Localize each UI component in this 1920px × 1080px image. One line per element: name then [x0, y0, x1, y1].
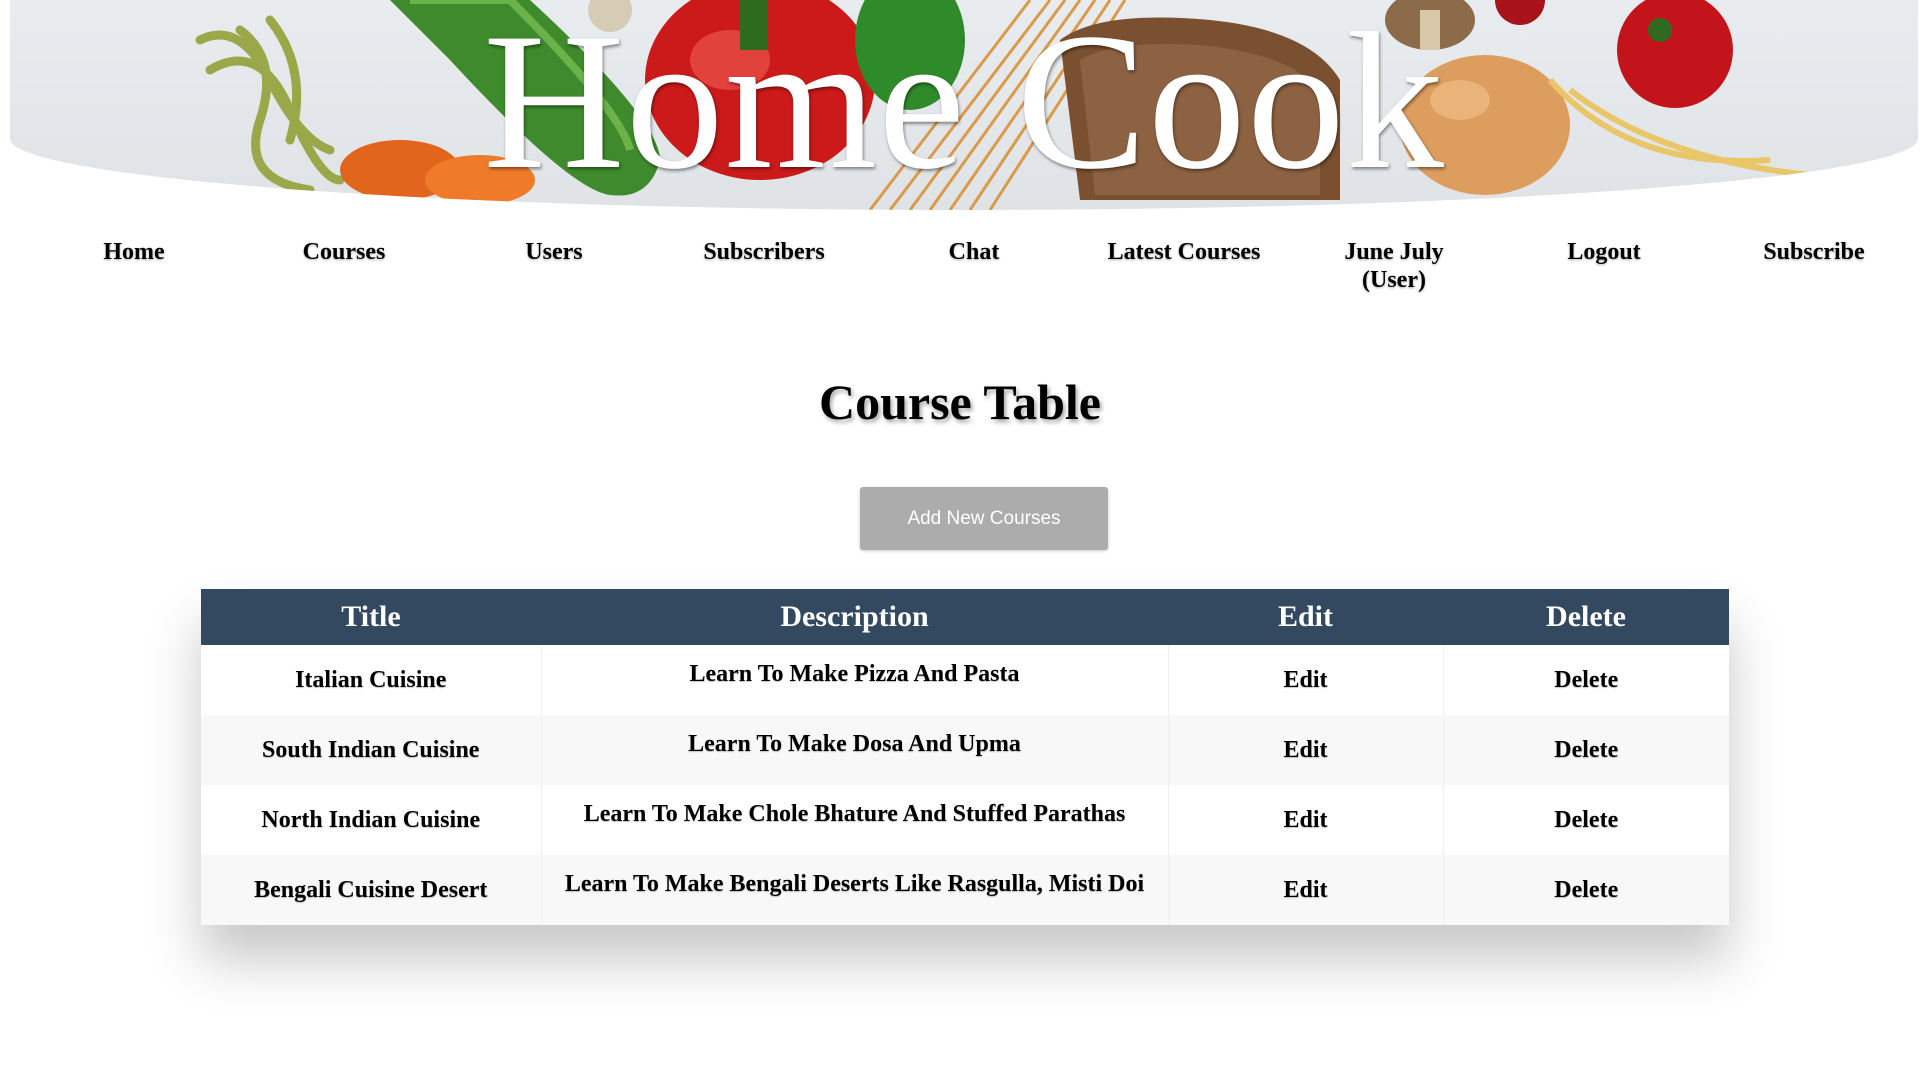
site-title: Home Cook: [483, 0, 1445, 210]
column-header-description: Description: [541, 589, 1168, 645]
add-new-courses-button[interactable]: Add New Courses: [860, 487, 1108, 550]
course-description-cell: Learn To Make Pizza And Pasta: [541, 645, 1169, 715]
column-header-title: Title: [201, 589, 541, 645]
table-row: South Indian Cuisine Learn To Make Dosa …: [201, 715, 1729, 785]
course-title-cell: Italian Cuisine: [201, 645, 542, 715]
nav-subscribe[interactable]: Subscribe: [1709, 238, 1919, 266]
course-description-cell: Learn To Make Dosa And Upma: [541, 715, 1169, 785]
table-row: Italian Cuisine Learn To Make Pizza And …: [201, 645, 1729, 715]
nav-users[interactable]: Users: [449, 238, 659, 266]
course-description-cell: Learn To Make Bengali Deserts Like Rasgu…: [541, 855, 1169, 925]
edit-course-link[interactable]: Edit: [1168, 645, 1444, 715]
edit-course-link[interactable]: Edit: [1168, 785, 1444, 855]
main-nav: Home Courses Users Subscribers Chat Late…: [0, 238, 1920, 308]
course-description-cell: Learn To Make Chole Bhature And Stuffed …: [541, 785, 1169, 855]
delete-course-link[interactable]: Delete: [1443, 785, 1729, 855]
delete-course-link[interactable]: Delete: [1443, 715, 1729, 785]
course-title-cell: Bengali Cuisine Desert: [201, 855, 542, 925]
nav-latest-courses[interactable]: Latest Courses: [1079, 238, 1289, 266]
course-title-cell: South Indian Cuisine: [201, 715, 542, 785]
table-row: Bengali Cuisine Desert Learn To Make Ben…: [201, 855, 1729, 925]
page-title: Course Table: [818, 374, 1101, 430]
page: Home Cook Home Courses Users Subscribers…: [0, 0, 1920, 1080]
column-header-delete: Delete: [1443, 589, 1729, 645]
nav-user-profile[interactable]: June July (User): [1289, 238, 1499, 294]
course-table: Title Description Edit Delete Italian Cu…: [201, 589, 1729, 925]
nav-chat[interactable]: Chat: [869, 238, 1079, 266]
nav-courses[interactable]: Courses: [239, 238, 449, 266]
table-row: North Indian Cuisine Learn To Make Chole…: [201, 785, 1729, 855]
header-banner: Home Cook: [10, 0, 1918, 210]
nav-subscribers[interactable]: Subscribers: [659, 238, 869, 266]
course-title-cell: North Indian Cuisine: [201, 785, 542, 855]
table-header-row: Title Description Edit Delete: [201, 589, 1729, 645]
delete-course-link[interactable]: Delete: [1443, 645, 1729, 715]
delete-course-link[interactable]: Delete: [1443, 855, 1729, 925]
nav-home[interactable]: Home: [29, 238, 239, 266]
nav-logout[interactable]: Logout: [1499, 238, 1709, 266]
edit-course-link[interactable]: Edit: [1168, 855, 1444, 925]
column-header-edit: Edit: [1168, 589, 1443, 645]
edit-course-link[interactable]: Edit: [1168, 715, 1444, 785]
